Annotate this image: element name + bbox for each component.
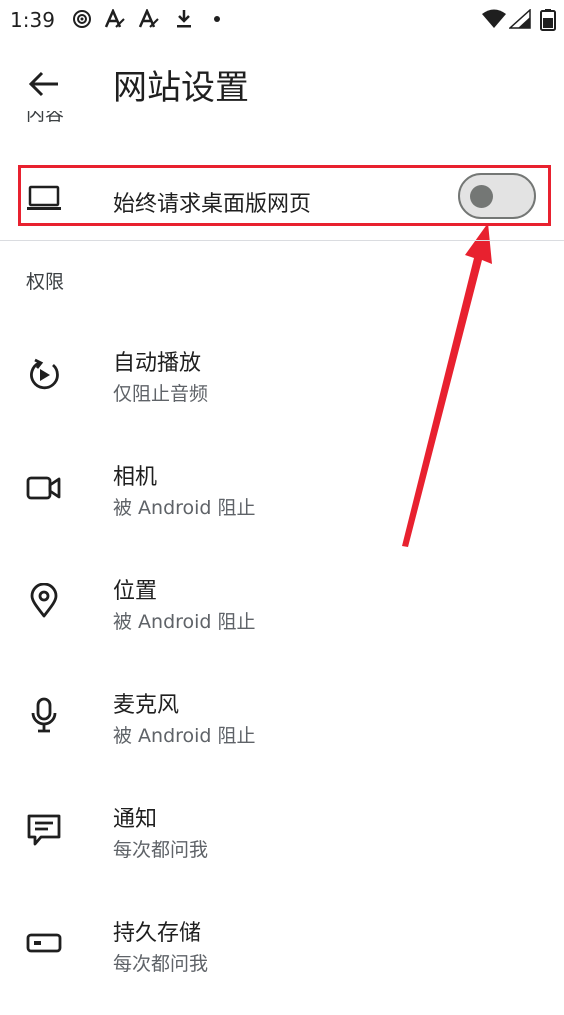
back-button[interactable] — [20, 62, 68, 106]
permission-subtitle: 每次都问我 — [113, 839, 209, 861]
permission-row-location[interactable]: 位置 被 Android 阻止 — [0, 573, 564, 673]
permission-title: 持久存储 — [113, 921, 202, 946]
permission-row-microphone[interactable]: 麦克风 被 Android 阻止 — [0, 687, 564, 787]
autoplay-icon — [30, 358, 59, 390]
wifi-icon — [482, 9, 506, 28]
location-icon — [30, 583, 58, 618]
text-a-icon — [138, 9, 159, 28]
status-time: 1:39 — [10, 8, 55, 32]
permission-title: 相机 — [113, 465, 158, 490]
storage-icon — [26, 933, 62, 953]
permission-title: 位置 — [113, 579, 158, 604]
highlight-box — [18, 165, 551, 226]
permission-subtitle: 被 Android 阻止 — [113, 725, 256, 747]
arrow-back-icon — [28, 71, 58, 97]
permission-title: 麦克风 — [113, 693, 180, 718]
permission-row-notifications[interactable]: 通知 每次都问我 — [0, 801, 564, 901]
mic-icon — [31, 697, 57, 733]
permission-title: 自动播放 — [113, 351, 202, 376]
permission-title: 通知 — [113, 807, 158, 832]
sync-icon — [73, 10, 91, 28]
signal-icon — [509, 9, 531, 29]
permission-row-storage[interactable]: 持久存储 每次都问我 — [0, 915, 564, 1015]
permission-row-camera[interactable]: 相机 被 Android 阻止 — [0, 459, 564, 559]
permission-subtitle: 被 Android 阻止 — [113, 611, 256, 633]
permission-subtitle: 被 Android 阻止 — [113, 497, 256, 519]
videocam-icon — [26, 476, 61, 500]
page-title: 网站设置 — [113, 68, 249, 108]
text-a-icon — [104, 9, 125, 28]
battery-icon — [540, 9, 556, 31]
section-header-content-label: 内容 — [26, 111, 65, 125]
dot-icon — [214, 16, 220, 22]
section-header-content: 内容 — [26, 111, 106, 128]
permission-subtitle: 每次都问我 — [113, 953, 209, 975]
permission-row-autoplay[interactable]: 自动播放 仅阻止音频 — [0, 345, 564, 445]
status-bar: 1:39 — [0, 0, 564, 38]
divider — [0, 240, 564, 241]
permission-subtitle: 仅阻止音频 — [113, 383, 209, 405]
download-icon — [177, 10, 191, 28]
section-header-permissions: 权限 — [26, 271, 65, 293]
notification-icon — [27, 814, 61, 846]
